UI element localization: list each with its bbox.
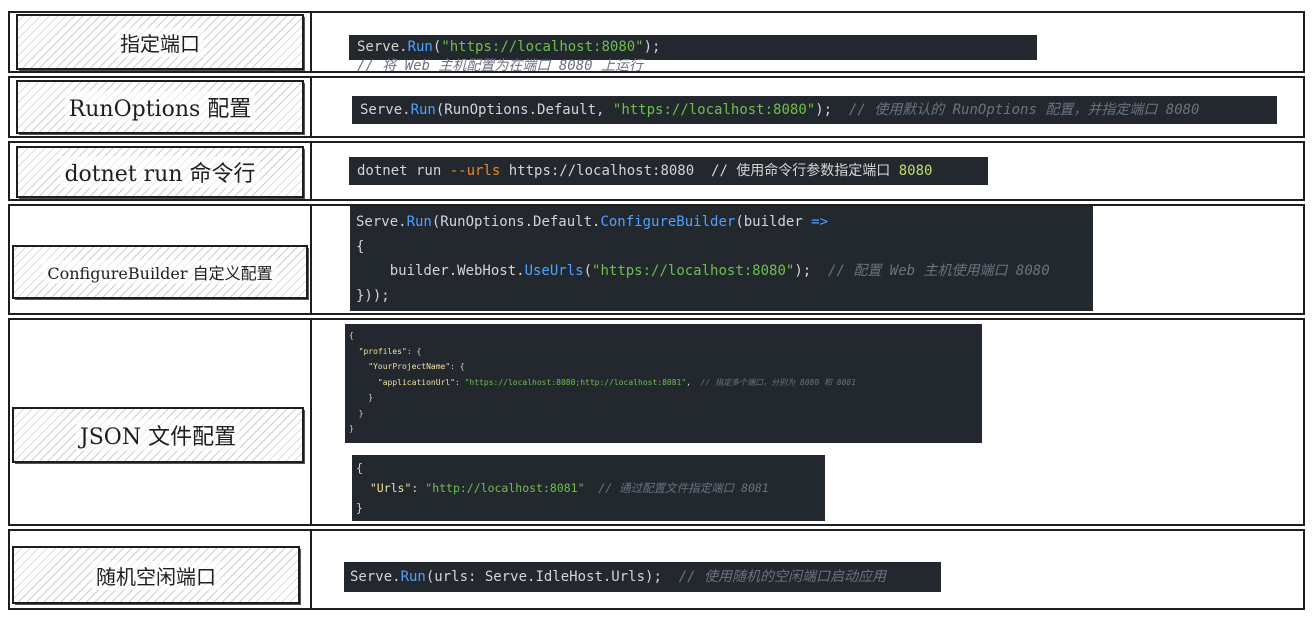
code-token: Run [406,214,432,230]
label-idle-port: 随机空闲端口 [12,546,300,604]
code-token: "https://localhost:8080;http://localhost… [464,377,687,387]
code-token: : { [406,346,422,356]
code-token: // 将 Web 主机配置为在端口 8080 上运行 [357,58,644,74]
code-token: Serve. [350,569,401,585]
code-line: dotnet run --urls https://localhost:8080… [357,161,980,181]
code-token: // 通过配置文件指定端口 8081 [598,481,769,495]
code-token: "https://localhost:8080" [612,102,816,118]
code-line: } [349,406,978,422]
code-token: "Urls" [369,481,412,495]
code-token: "profiles" [358,346,407,356]
label-dotnet-run: dotnet run 命令行 [16,146,304,198]
code-token: "https://localhost:8080" [592,263,795,279]
code-token: } [349,408,364,418]
code-token: (RunOptions.Default, [435,102,613,118]
code-token: (RunOptions.Default. [431,214,601,230]
code-token: Run [400,569,426,585]
code-token: ); [794,263,829,279]
code-token: { [349,331,354,340]
code-line: "applicationUrl": "https://localhost:808… [349,375,978,391]
code-line: "YourProjectName": { [349,359,978,375]
code-token: } [356,501,363,515]
label-specify-port: 指定端口 [16,14,304,70]
code-line: } [349,390,978,406]
code-line: Serve.Run(RunOptions.Default.ConfigureBu… [356,210,1087,235]
code-token: "http://localhost:8081" [425,481,585,495]
code-block-specify-port: Serve.Run("https://localhost:8080"); // … [349,35,1037,74]
code-line: builder.WebHost.UseUrls("https://localho… [356,259,1087,284]
code-token: : [454,377,465,387]
code-token: Run [407,39,433,55]
code-token: { [356,461,363,475]
code-token: --urls [449,163,501,179]
code-token: ConfigureBuilder [600,214,736,230]
code-block-runoptions: Serve.Run(RunOptions.Default, "https://l… [352,96,1277,124]
label-runoptions: RunOptions 配置 [16,80,304,134]
code-token: builder.WebHost. [356,263,525,279]
code-token: // 使用命令行参数指定端口 [711,163,899,179]
code-line: Serve.Run(RunOptions.Default, "https://l… [360,100,1269,120]
label-json-config: JSON 文件配置 [12,407,304,463]
code-block-configure-builder: Serve.Run(RunOptions.Default.ConfigureBu… [350,206,1093,311]
code-token: dotnet run [357,163,450,179]
code-token: 8080 [898,163,933,179]
code-token: "applicationUrl" [377,377,455,387]
code-token: { [356,238,365,255]
code-token: : { [450,362,465,371]
code-token: : [411,481,426,495]
code-token: // 配置 Web 主机使用端口 8080 [828,263,1050,279]
code-line: Serve.Run("https://localhost:8080"); [357,38,1029,57]
code-block-launchsettings-json: { "profiles": { "YourProjectName": { "ap… [345,324,982,443]
code-line: Serve.Run(urls: Serve.IdleHost.Urls); //… [350,567,935,587]
code-line: } [349,421,978,437]
code-token: ); [815,102,849,118]
code-token: "YourProjectName" [368,362,451,371]
code-token: Serve. [356,214,407,230]
code-block-dotnet-run: dotnet run --urls https://localhost:8080… [349,157,988,185]
code-line: "Urls": "http://localhost:8081" // 通过配置文… [356,478,821,498]
code-token: } [349,424,354,433]
code-token: ); [643,39,678,55]
label-configure-builder: ConfigureBuilder 自定义配置 [12,245,308,299]
code-token: // 指定多个端口，分别为 8080 和 8081 [700,377,857,387]
code-line: "profiles": { [349,344,978,360]
code-token: })); [356,287,390,304]
code-token: => [811,214,829,230]
code-token: https://localhost:8080 [500,163,712,179]
code-block-appsettings-json: { "Urls": "http://localhost:8081" // 通过配… [352,455,825,521]
code-block-idle-port: Serve.Run(urls: Serve.IdleHost.Urls); //… [344,562,941,592]
code-line: } [356,498,821,518]
code-line: { [349,328,978,344]
code-token: (builder [735,214,812,230]
code-token: (urls: Serve.IdleHost.Urls); [425,569,679,585]
code-token: Serve. [357,39,408,55]
code-token: "https://localhost:8080" [441,39,644,55]
code-line: })); [356,284,1087,309]
code-token: ( [583,263,593,279]
code-token: // 使用随机的空闲端口启动应用 [678,569,887,585]
code-line: { [356,235,1087,260]
code-token: UseUrls [524,263,584,279]
code-line: { [356,458,821,478]
code-token: } [349,393,374,402]
code-line: // 将 Web 主机配置为在端口 8080 上运行 [357,57,1029,76]
code-token: // 使用默认的 RunOptions 配置，并指定端口 8080 [848,102,1200,118]
code-token: Serve. [360,102,411,118]
code-token: Run [410,102,436,118]
code-token: , [686,377,701,387]
